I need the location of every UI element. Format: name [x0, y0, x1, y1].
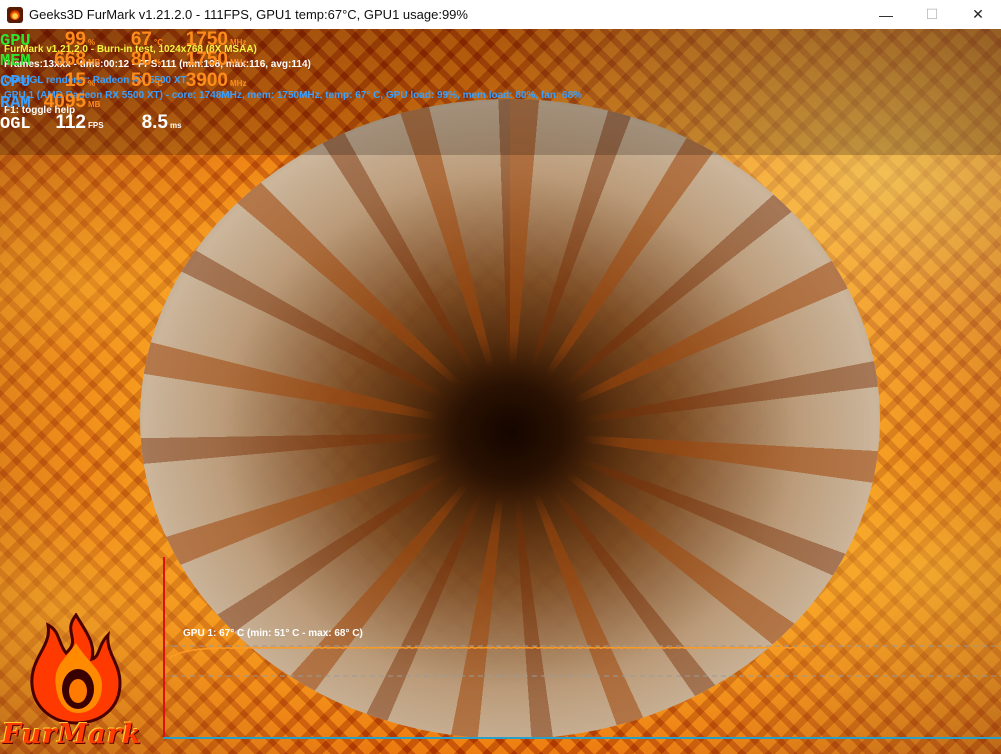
monitor-unit: %: [154, 58, 162, 67]
monitor-unit: ms: [170, 121, 182, 130]
monitor-value: 80: [130, 49, 152, 70]
monitor-value: 67: [130, 29, 152, 50]
graph-temperature-label: GPU 1: 67° C (min: 51° C - max: 68° C): [183, 628, 363, 639]
render-viewport[interactable]: FurMark v1.21.2.0 - Burn-in test, 1024x7…: [0, 29, 1001, 754]
monitor-unit: MHz: [230, 38, 247, 47]
close-button[interactable]: ✕: [955, 0, 1001, 29]
monitor-value: 668: [54, 49, 86, 70]
monitor-unit: %: [88, 38, 96, 47]
monitor-unit: MHz: [230, 58, 247, 67]
monitor-label: CPU: [0, 73, 31, 92]
monitor-label: RAM: [0, 94, 31, 113]
monitor-unit: FPS: [88, 121, 104, 130]
furmark-logo-text: FurMark: [2, 719, 142, 750]
monitor-value: 112: [55, 112, 86, 133]
minimize-button[interactable]: —: [863, 0, 909, 29]
monitor-row-gpu: GPU 99% 67 °C 1750 MHz: [0, 29, 246, 51]
monitor-unit: MB: [88, 100, 101, 109]
monitor-label: OGL: [0, 115, 31, 134]
title-bar: Geeks3D FurMark v1.21.2.0 - 111FPS, GPU1…: [0, 0, 1001, 30]
monitor-value: 1750: [185, 29, 228, 50]
graph-y-axis: [163, 557, 165, 739]
monitor-unit: MB: [88, 58, 101, 67]
flame-icon: [30, 613, 122, 725]
temperature-graph-svg: [163, 645, 1001, 677]
monitor-value: 15: [64, 70, 86, 91]
monitor-value: 3900: [185, 70, 228, 91]
monitor-row-mem: MEM 668 MB 80% 1750 MHz: [0, 49, 246, 71]
monitor-value: 8.5: [141, 112, 168, 133]
monitor-value: 99: [64, 29, 86, 50]
temperature-line: [168, 646, 803, 660]
monitor-value: 50: [130, 70, 152, 91]
monitor-unit: %: [88, 79, 96, 88]
window-controls: — ☐ ✕: [863, 0, 1001, 29]
monitor-unit: °C: [154, 79, 163, 88]
furmark-app-icon: [7, 6, 23, 23]
monitor-unit: °C: [154, 38, 163, 47]
window-title: Geeks3D FurMark v1.21.2.0 - 111FPS, GPU1…: [29, 7, 468, 22]
graph-x-axis: [163, 737, 1001, 739]
monitor-value: 4095: [43, 91, 86, 112]
temperature-graph: GPU 1: 67° C (min: 51° C - max: 68° C): [163, 557, 1001, 739]
monitor-value: 1750: [185, 49, 228, 70]
maximize-button[interactable]: ☐: [909, 0, 955, 29]
monitor-row-ogl: OGL 112 FPS 8.5 ms: [0, 112, 182, 134]
furmark-logo: FurMark: [0, 611, 155, 754]
monitor-label: MEM: [0, 52, 31, 71]
monitor-unit: MHz: [230, 79, 247, 88]
monitor-row-cpu: CPU 15% 50 °C 3900 MHz: [0, 70, 246, 92]
monitor-row-ram: RAM 4095 MB: [0, 91, 100, 113]
